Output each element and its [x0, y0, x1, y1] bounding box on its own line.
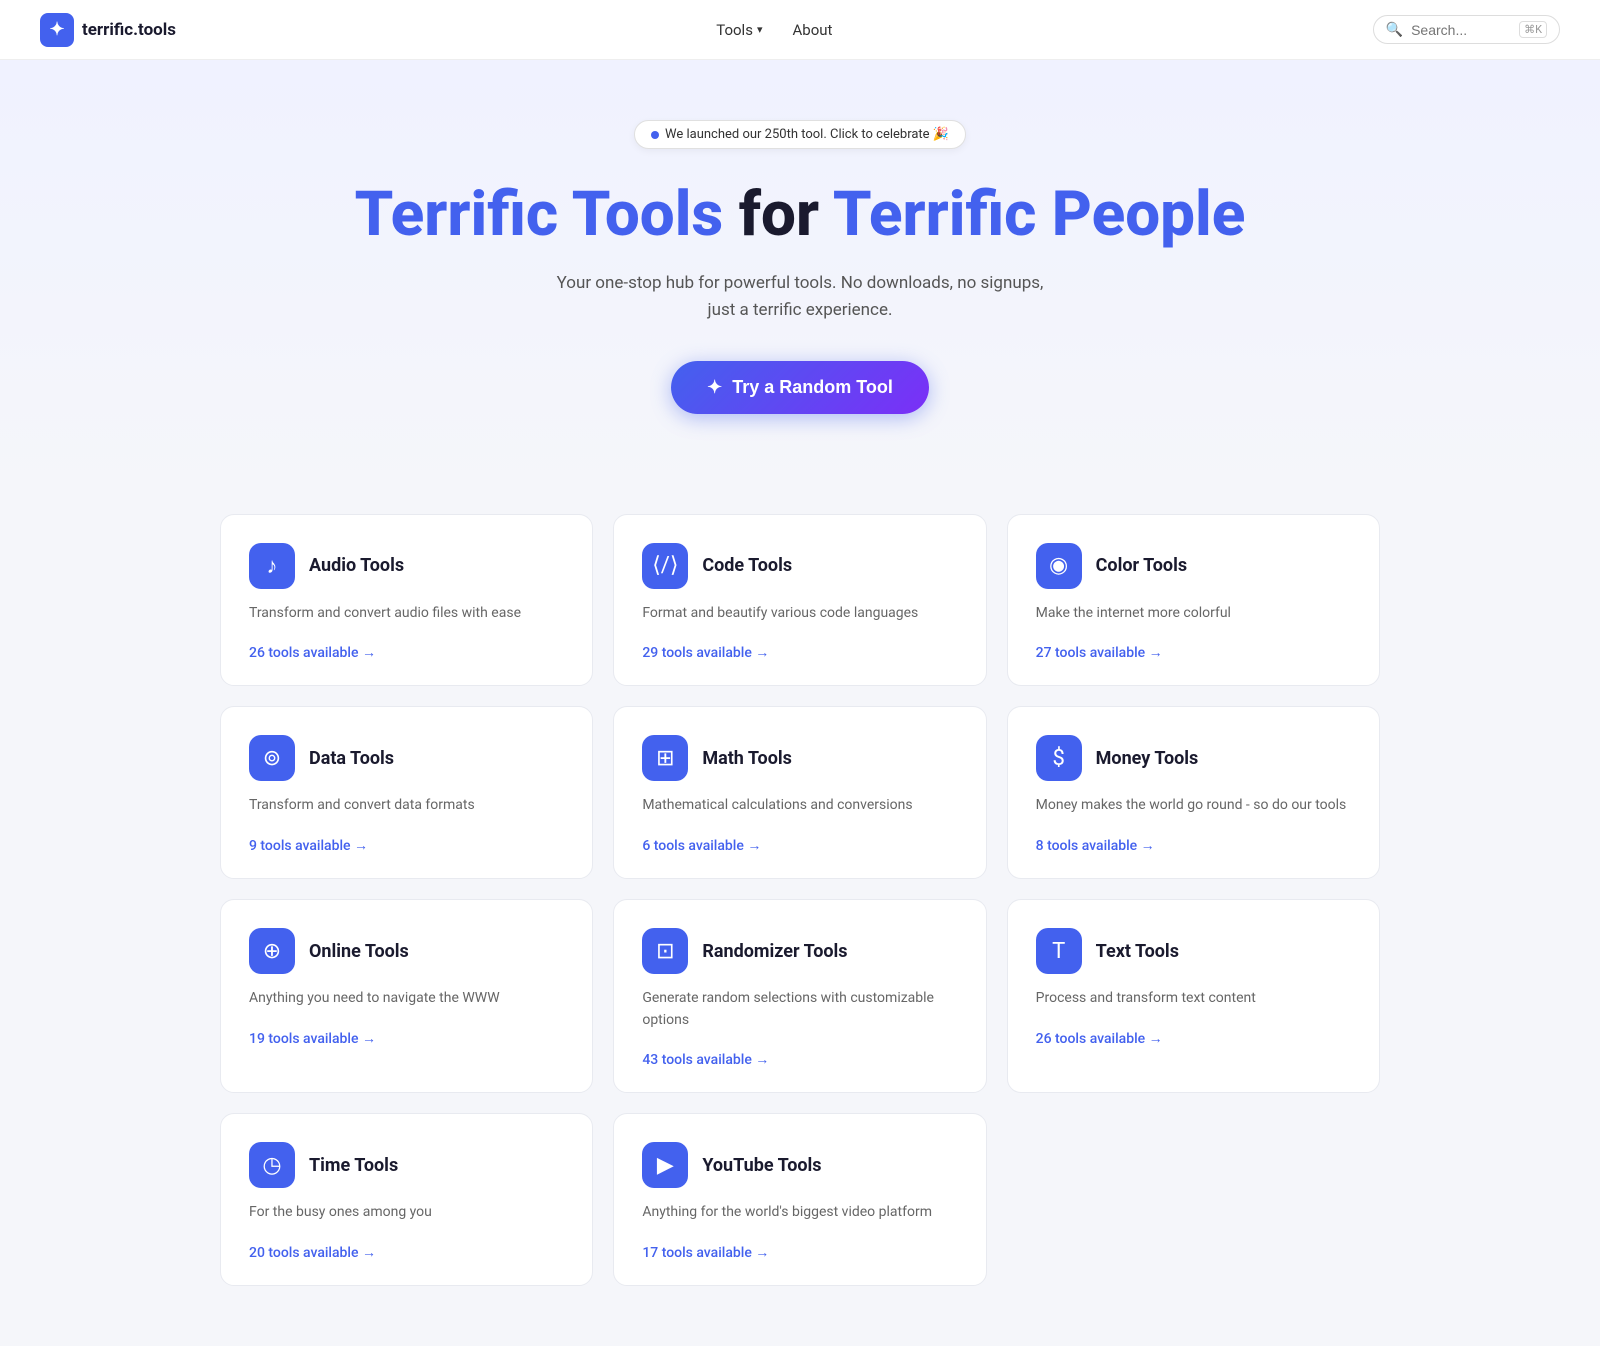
card-title-online: Online Tools	[309, 941, 409, 962]
card-desc-color: Make the internet more colorful	[1036, 603, 1351, 625]
tool-card-text[interactable]: T Text Tools Process and transform text …	[1007, 899, 1380, 1093]
tools-grid: ♪ Audio Tools Transform and convert audi…	[200, 494, 1400, 1346]
nav-about-label: About	[792, 21, 832, 39]
card-header-audio: ♪ Audio Tools	[249, 543, 564, 589]
card-header-color: ◉ Color Tools	[1036, 543, 1351, 589]
card-title-data: Data Tools	[309, 748, 394, 769]
announcement-text: We launched our 250th tool. Click to cel…	[665, 127, 949, 142]
card-header-money: $ Money Tools	[1036, 735, 1351, 781]
card-desc-youtube: Anything for the world's biggest video p…	[642, 1202, 957, 1224]
card-icon-color: ◉	[1036, 543, 1082, 589]
card-link-time[interactable]: 20 tools available →	[249, 1244, 376, 1261]
hero-title: Terrific Tools for Terrific People	[20, 179, 1580, 250]
card-header-code: ⟨/⟩ Code Tools	[642, 543, 957, 589]
card-title-math: Math Tools	[702, 748, 792, 769]
card-desc-audio: Transform and convert audio files with e…	[249, 603, 564, 625]
card-link-code[interactable]: 29 tools available →	[642, 644, 769, 661]
card-desc-randomizer: Generate random selections with customiz…	[642, 988, 957, 1031]
tool-card-randomizer[interactable]: ⊡ Randomizer Tools Generate random selec…	[613, 899, 986, 1093]
card-desc-math: Mathematical calculations and conversion…	[642, 795, 957, 817]
card-header-time: ◷ Time Tools	[249, 1142, 564, 1188]
search-shortcut-badge: ⌘K	[1519, 21, 1547, 38]
hero-subtitle: Your one-stop hub for powerful tools. No…	[550, 270, 1050, 324]
card-icon-audio: ♪	[249, 543, 295, 589]
card-desc-code: Format and beautify various code languag…	[642, 603, 957, 625]
card-link-randomizer[interactable]: 43 tools available →	[642, 1051, 769, 1068]
card-link-money[interactable]: 8 tools available →	[1036, 837, 1155, 854]
card-title-audio: Audio Tools	[309, 555, 404, 576]
navbar: ✦ terrific.tools Tools ▾ About 🔍 ⌘K	[0, 0, 1600, 60]
card-icon-time: ◷	[249, 1142, 295, 1188]
card-link-youtube[interactable]: 17 tools available →	[642, 1244, 769, 1261]
random-tool-button[interactable]: ✦ Try a Random Tool	[671, 361, 929, 414]
card-desc-text: Process and transform text content	[1036, 988, 1351, 1010]
card-header-math: ⊞ Math Tools	[642, 735, 957, 781]
tool-card-online[interactable]: ⊕ Online Tools Anything you need to navi…	[220, 899, 593, 1093]
search-box[interactable]: 🔍 ⌘K	[1373, 15, 1560, 44]
announcement-pill[interactable]: We launched our 250th tool. Click to cel…	[634, 120, 966, 149]
hero-title-blue1: Terrific Tools	[355, 178, 724, 251]
nav-links: Tools ▾ About	[176, 21, 1373, 39]
card-icon-money: $	[1036, 735, 1082, 781]
card-icon-youtube: ▶	[642, 1142, 688, 1188]
card-title-code: Code Tools	[702, 555, 792, 576]
card-link-color[interactable]: 27 tools available →	[1036, 644, 1163, 661]
card-title-randomizer: Randomizer Tools	[702, 941, 847, 962]
logo-icon: ✦	[40, 13, 74, 47]
search-icon: 🔍	[1386, 22, 1403, 38]
card-icon-data: ⊚	[249, 735, 295, 781]
search-input[interactable]	[1411, 22, 1511, 38]
pill-dot	[651, 131, 659, 139]
nav-tools-link[interactable]: Tools ▾	[716, 21, 762, 39]
tool-card-color[interactable]: ◉ Color Tools Make the internet more col…	[1007, 514, 1380, 687]
card-desc-money: Money makes the world go round - so do o…	[1036, 795, 1351, 817]
tool-card-data[interactable]: ⊚ Data Tools Transform and convert data …	[220, 706, 593, 879]
card-link-audio[interactable]: 26 tools available →	[249, 644, 376, 661]
card-icon-online: ⊕	[249, 928, 295, 974]
card-link-text[interactable]: 26 tools available →	[1036, 1030, 1163, 1047]
logo-link[interactable]: ✦ terrific.tools	[40, 13, 176, 47]
card-header-online: ⊕ Online Tools	[249, 928, 564, 974]
card-title-youtube: YouTube Tools	[702, 1155, 821, 1176]
card-link-data[interactable]: 9 tools available →	[249, 837, 368, 854]
tool-card-money[interactable]: $ Money Tools Money makes the world go r…	[1007, 706, 1380, 879]
card-icon-text: T	[1036, 928, 1082, 974]
card-icon-math: ⊞	[642, 735, 688, 781]
hero-section: We launched our 250th tool. Click to cel…	[0, 60, 1600, 494]
logo-text: terrific.tools	[82, 20, 176, 40]
random-tool-label: Try a Random Tool	[732, 377, 893, 398]
tool-card-code[interactable]: ⟨/⟩ Code Tools Format and beautify vario…	[613, 514, 986, 687]
card-desc-online: Anything you need to navigate the WWW	[249, 988, 564, 1010]
card-link-online[interactable]: 19 tools available →	[249, 1030, 376, 1047]
card-desc-data: Transform and convert data formats	[249, 795, 564, 817]
card-desc-time: For the busy ones among you	[249, 1202, 564, 1224]
card-title-color: Color Tools	[1096, 555, 1187, 576]
hero-title-blue2: Terrific People	[833, 178, 1246, 251]
card-icon-randomizer: ⊡	[642, 928, 688, 974]
card-link-math[interactable]: 6 tools available →	[642, 837, 761, 854]
card-title-time: Time Tools	[309, 1155, 398, 1176]
card-title-text: Text Tools	[1096, 941, 1179, 962]
nav-tools-label: Tools	[716, 21, 753, 39]
card-header-text: T Text Tools	[1036, 928, 1351, 974]
nav-about-link[interactable]: About	[792, 21, 832, 39]
hero-title-for: for	[739, 178, 833, 251]
card-header-youtube: ▶ YouTube Tools	[642, 1142, 957, 1188]
card-header-data: ⊚ Data Tools	[249, 735, 564, 781]
random-tool-icon: ✦	[707, 377, 722, 398]
card-title-money: Money Tools	[1096, 748, 1199, 769]
card-icon-code: ⟨/⟩	[642, 543, 688, 589]
card-header-randomizer: ⊡ Randomizer Tools	[642, 928, 957, 974]
tool-card-audio[interactable]: ♪ Audio Tools Transform and convert audi…	[220, 514, 593, 687]
chevron-down-icon: ▾	[757, 23, 763, 36]
tool-card-math[interactable]: ⊞ Math Tools Mathematical calculations a…	[613, 706, 986, 879]
